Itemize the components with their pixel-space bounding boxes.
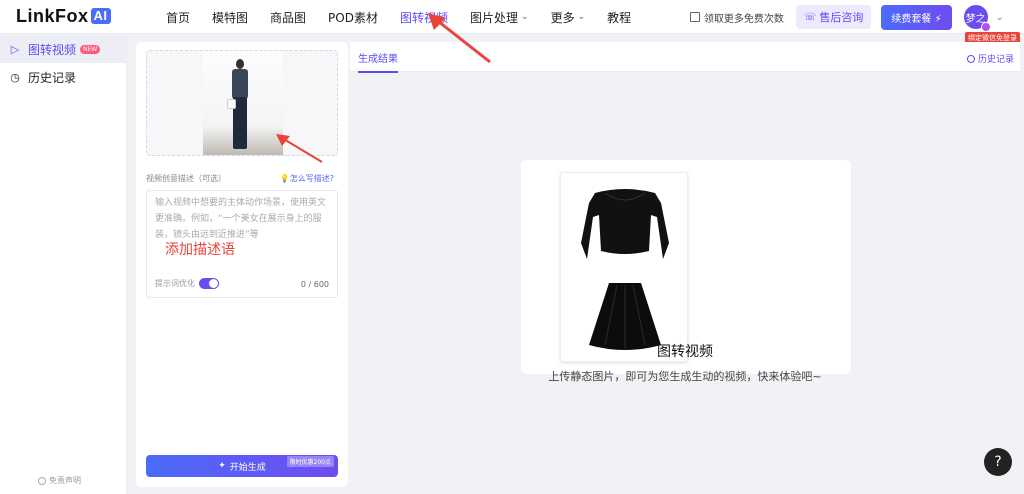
top-bar: LinkFox AI 首页 模特图 商品图 POD素材 图转视频 图片处理 ⌄ 更多… [0, 0, 1024, 44]
empty-state-subtitle: 上传静态图片，即可为您生成生动的视频，快来体验吧~ [548, 370, 822, 383]
sidebar-item-image-to-video[interactable]: ▷ 图转视频 NEW [0, 35, 126, 63]
after-sales-button[interactable]: ☏ 售后咨询 [795, 5, 872, 29]
sidebar-item-history[interactable]: ◷ 历史记录 [0, 63, 126, 91]
new-badge: NEW [80, 44, 101, 54]
avatar[interactable]: 梦之 [963, 5, 991, 32]
sidebar-item-label: 历史记录 [28, 70, 77, 85]
nav-model-image[interactable]: 模特图 [212, 9, 248, 26]
clothing-illustration [581, 189, 669, 350]
input-panel: 视频创意描述（可选） 💡怎么写描述? 输入视频中想要的主体动作场景，使用英文更准… [136, 42, 348, 487]
info-icon [38, 476, 46, 485]
chevron-down-icon: ⌄ [577, 12, 586, 22]
nav-tutorial[interactable]: 教程 [607, 9, 631, 26]
disclaimer-link[interactable]: 免责声明 [38, 475, 81, 486]
sidebar: ▷ 图转视频 NEW ◷ 历史记录 免责声明 [0, 35, 127, 494]
chevron-down-icon: ⌄ [521, 12, 529, 22]
annotation-arrow [428, 13, 491, 64]
description-label: 视频创意描述（可选） [146, 174, 226, 183]
sidebar-item-label: 图转视频 [28, 42, 77, 57]
phone-icon: ☏ [803, 11, 817, 23]
empty-state-title: 图转视频 [657, 344, 713, 360]
nav-home[interactable]: 首页 [166, 9, 190, 26]
renew-plan-button[interactable]: 续费套餐 ⚡ [881, 4, 952, 30]
figure-body [232, 69, 248, 99]
how-to-describe-link[interactable]: 💡怎么写描述? [280, 173, 334, 184]
clock-icon: ◷ [10, 70, 20, 84]
generate-button[interactable]: ✦ 开始生成 限时优惠200点 [146, 455, 338, 477]
free-credits-link[interactable]: 领取更多免费次数 [689, 10, 784, 25]
figure-bag [227, 99, 236, 109]
result-panel: 生成结果 历史记录 [350, 42, 1020, 487]
demo-image [560, 172, 688, 362]
description-input[interactable]: 输入视频中想要的主体动作场景，使用英文更准确。例如，“一个美女在展示身上的服装，… [146, 190, 338, 298]
bulb-icon: 💡 [279, 174, 290, 183]
description-placeholder: 输入视频中想要的主体动作场景，使用英文更准确。例如，“一个美女在展示身上的服装，… [155, 198, 327, 240]
qr-icon [689, 12, 700, 22]
annotation-text: 添加描述语 [165, 242, 235, 258]
wand-icon: ✦ [218, 461, 226, 471]
clock-icon [966, 54, 975, 63]
logo-text: LinkFox [16, 6, 89, 26]
logo-ai-badge: AI [90, 8, 111, 24]
chevron-down-icon[interactable]: ⌄ [996, 12, 1004, 23]
vip-badge-icon [980, 22, 991, 32]
prompt-optimize-row: 提示词优化 [155, 278, 219, 289]
history-link[interactable]: 历史记录 [966, 52, 1014, 65]
annotation-arrow [276, 134, 323, 163]
nav-product-image[interactable]: 商品图 [270, 9, 306, 26]
tab-results[interactable]: 生成结果 [358, 50, 398, 73]
top-right-actions: 领取更多免费次数 ☏ 售后咨询 续费套餐 ⚡ 梦之 ⌄ [689, 0, 1004, 34]
prompt-optimize-toggle[interactable] [199, 278, 219, 289]
video-icon: ▷ [10, 42, 20, 56]
help-button[interactable]: ? [984, 448, 1012, 476]
char-counter: 0 / 600 [300, 280, 329, 289]
logo[interactable]: LinkFox AI [16, 6, 111, 27]
figure-head [236, 59, 244, 69]
nav-pod-material[interactable]: POD素材 [328, 9, 378, 26]
promo-badge: 限时优惠200点 [286, 456, 334, 467]
main-nav: 首页 模特图 商品图 POD素材 图转视频 图片处理 ⌄ 更多 ⌄ 教程 [166, 0, 653, 34]
nav-more[interactable]: 更多 ⌄ [551, 9, 586, 26]
